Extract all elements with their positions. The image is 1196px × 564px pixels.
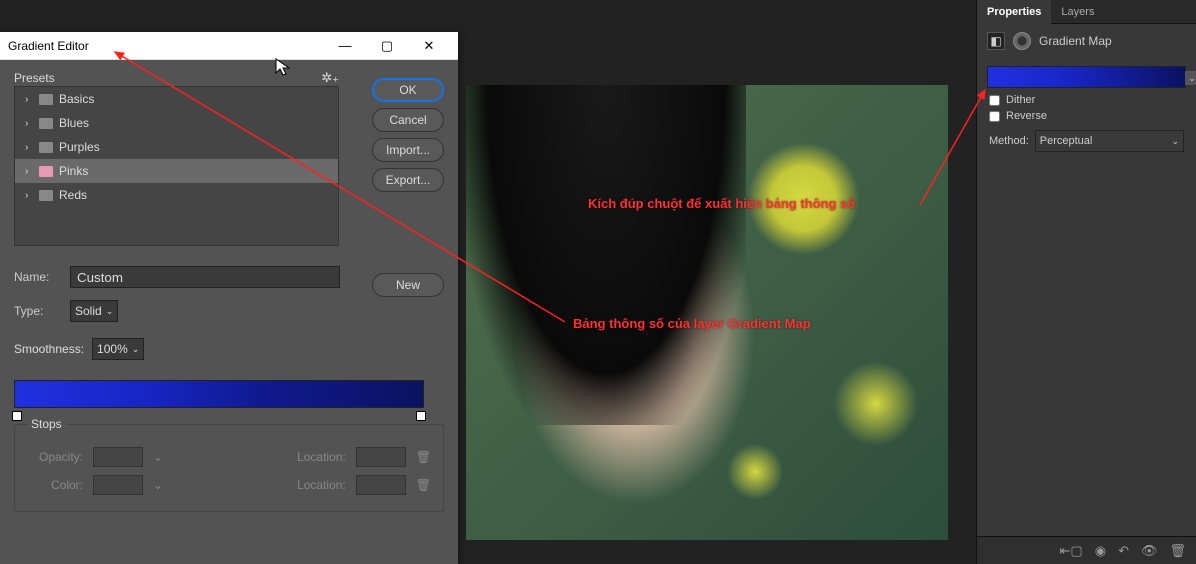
- dither-checkbox[interactable]: Dither: [977, 92, 1196, 108]
- clip-icon[interactable]: ⇤▢: [1060, 543, 1083, 559]
- dialog-title: Gradient Editor: [8, 39, 324, 53]
- preset-folder[interactable]: › Pinks: [15, 159, 338, 183]
- tab-layers[interactable]: Layers: [1051, 0, 1104, 24]
- method-label: Method:: [989, 135, 1029, 147]
- preset-folder[interactable]: › Reds: [15, 183, 338, 207]
- chevron-right-icon: ›: [25, 118, 33, 129]
- adjustment-icon: ◧: [987, 32, 1005, 50]
- view-previous-icon[interactable]: ◉: [1095, 543, 1106, 559]
- preset-label: Reds: [59, 188, 87, 202]
- preset-folder[interactable]: › Blues: [15, 111, 338, 135]
- export-button[interactable]: Export...: [372, 168, 444, 192]
- preset-label: Blues: [59, 116, 89, 130]
- chevron-down-icon: ⌄: [106, 306, 114, 317]
- gradient-bar[interactable]: [14, 380, 424, 408]
- chevron-down-icon: ⌄: [153, 450, 163, 464]
- chevron-down-icon: ⌄: [153, 478, 163, 492]
- opacity-location-input[interactable]: [356, 447, 406, 467]
- gradient-preview[interactable]: ⌄: [987, 66, 1186, 88]
- type-label: Type:: [14, 304, 62, 318]
- chevron-down-icon: ⌄: [132, 344, 140, 355]
- name-label: Name:: [14, 270, 62, 284]
- method-value: Perceptual: [1040, 135, 1093, 147]
- method-select[interactable]: Perceptual ⌄: [1035, 130, 1184, 152]
- color-swatch[interactable]: [93, 475, 143, 495]
- tab-properties[interactable]: Properties: [977, 0, 1051, 24]
- smoothness-select[interactable]: 100% ⌄: [92, 338, 144, 360]
- reset-icon[interactable]: ↶: [1118, 543, 1129, 559]
- delete-icon[interactable]: 🗑: [1169, 543, 1186, 559]
- import-button[interactable]: Import...: [372, 138, 444, 162]
- type-value: Solid: [75, 304, 102, 318]
- preset-folder[interactable]: › Basics: [15, 87, 338, 111]
- gradient-stop-left[interactable]: [12, 411, 22, 421]
- annotation-2: Bảng thông số của layer Gradient Map: [573, 316, 811, 331]
- gradient-name-input[interactable]: [70, 266, 340, 288]
- preset-label: Pinks: [59, 164, 88, 178]
- panel-tabs: Properties Layers: [977, 0, 1196, 24]
- location-label: Location:: [297, 478, 346, 492]
- preset-folder[interactable]: › Purples: [15, 135, 338, 159]
- trash-icon[interactable]: 🗑: [416, 478, 431, 492]
- gradient-editor-dialog: Gradient Editor — ▢ ✕ Presets ✲₊ › Basics…: [0, 32, 458, 564]
- stops-group: Stops Opacity: ⌄ Location: 🗑 Color: ⌄ Lo…: [14, 424, 444, 512]
- cursor-icon: [275, 58, 293, 78]
- ok-button[interactable]: OK: [372, 78, 444, 102]
- folder-icon: [39, 166, 53, 177]
- smoothness-value: 100%: [97, 342, 128, 356]
- chevron-right-icon: ›: [25, 142, 33, 153]
- dialog-titlebar[interactable]: Gradient Editor — ▢ ✕: [0, 32, 458, 60]
- smoothness-label: Smoothness:: [14, 342, 84, 356]
- folder-icon: [39, 94, 53, 105]
- gradient-picker-chevron[interactable]: ⌄: [1185, 71, 1196, 85]
- presets-label: Presets: [14, 71, 55, 85]
- color-location-input[interactable]: [356, 475, 406, 495]
- document-preview[interactable]: [466, 85, 948, 540]
- chevron-down-icon: ⌄: [1171, 136, 1179, 147]
- folder-icon: [39, 190, 53, 201]
- color-label: Color:: [27, 478, 83, 492]
- stops-legend: Stops: [27, 417, 66, 431]
- opacity-label: Opacity:: [27, 450, 83, 464]
- presets-list[interactable]: › Basics › Blues › Purples › Pinks › Reds: [14, 86, 339, 246]
- properties-panel: Properties Layers ◧ Gradient Map ⌄ Dithe…: [976, 0, 1196, 564]
- mask-icon[interactable]: [1013, 32, 1031, 50]
- dither-label: Dither: [1006, 94, 1035, 106]
- maximize-button[interactable]: ▢: [366, 38, 408, 54]
- minimize-button[interactable]: —: [324, 38, 366, 53]
- panel-footer: ⇤▢ ◉ ↶ 👁 🗑: [977, 536, 1196, 564]
- preset-label: Basics: [59, 92, 94, 106]
- folder-icon: [39, 142, 53, 153]
- close-button[interactable]: ✕: [408, 38, 450, 54]
- cancel-button[interactable]: Cancel: [372, 108, 444, 132]
- chevron-right-icon: ›: [25, 166, 33, 177]
- reverse-label: Reverse: [1006, 110, 1047, 122]
- presets-gear-icon[interactable]: ✲₊: [321, 70, 339, 86]
- folder-icon: [39, 118, 53, 129]
- layer-type-label: Gradient Map: [1039, 34, 1112, 48]
- trash-icon[interactable]: 🗑: [416, 450, 431, 464]
- reverse-checkbox[interactable]: Reverse: [977, 108, 1196, 124]
- location-label: Location:: [297, 450, 346, 464]
- annotation-1: Kích đúp chuột để xuất hiện bảng thông s…: [588, 196, 855, 211]
- gradient-stop-right[interactable]: [416, 411, 426, 421]
- visibility-icon[interactable]: 👁: [1141, 543, 1158, 559]
- chevron-right-icon: ›: [25, 94, 33, 105]
- chevron-right-icon: ›: [25, 190, 33, 201]
- opacity-input[interactable]: [93, 447, 143, 467]
- type-select[interactable]: Solid ⌄: [70, 300, 118, 322]
- new-button[interactable]: New: [372, 273, 444, 297]
- preset-label: Purples: [59, 140, 100, 154]
